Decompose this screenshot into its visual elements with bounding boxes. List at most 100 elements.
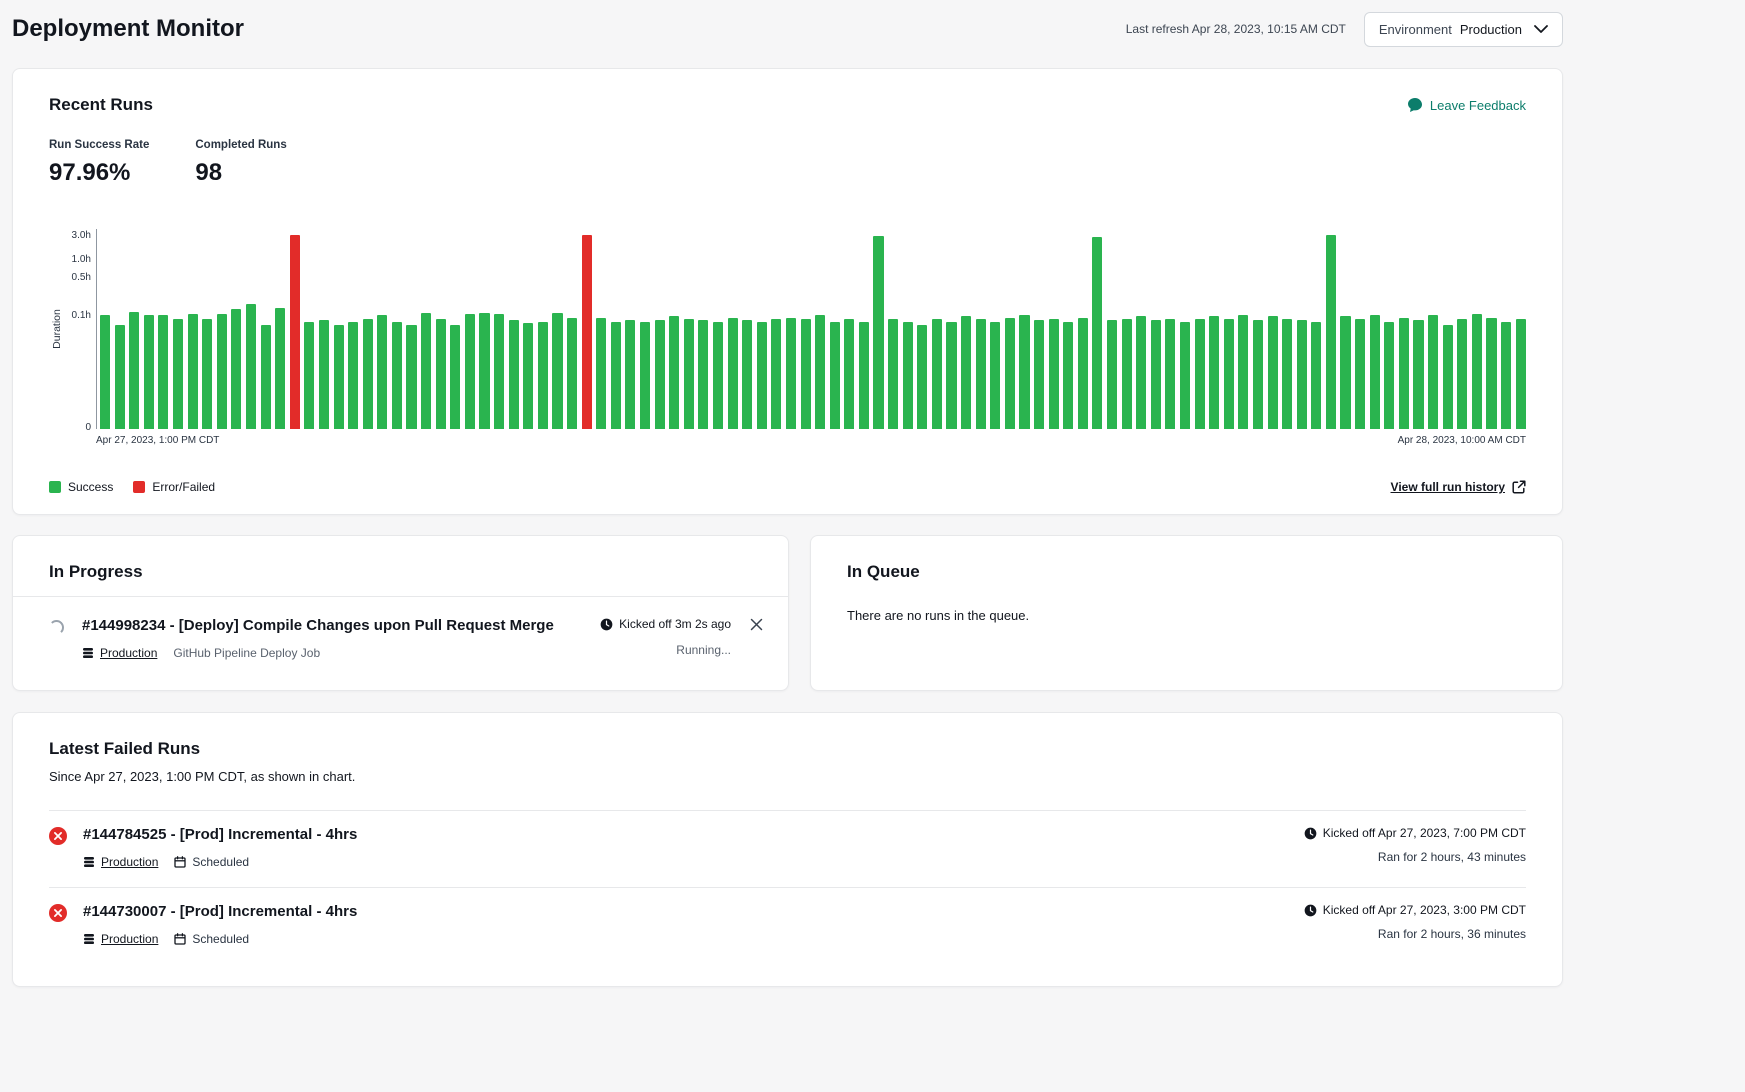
run-bar-success[interactable] — [1224, 319, 1234, 429]
run-bar-success[interactable] — [1428, 315, 1438, 429]
run-bar-success[interactable] — [976, 319, 986, 429]
run-bar-success[interactable] — [1384, 322, 1394, 429]
run-bar-success[interactable] — [1370, 315, 1380, 429]
cancel-run-button[interactable] — [747, 615, 766, 637]
run-bar-success[interactable] — [1195, 319, 1205, 429]
run-bar-success[interactable] — [655, 320, 665, 429]
run-bar-success[interactable] — [742, 320, 752, 429]
run-bar-success[interactable] — [1282, 319, 1292, 429]
run-bar-success[interactable] — [1457, 319, 1467, 429]
run-bar-success[interactable] — [144, 315, 154, 429]
run-bar-success[interactable] — [684, 319, 694, 429]
run-bar-success[interactable] — [100, 315, 110, 429]
run-bar-success[interactable] — [611, 322, 621, 429]
run-bar-success[interactable] — [728, 318, 738, 430]
run-bar-success[interactable] — [217, 314, 227, 429]
environment-link[interactable]: Production — [101, 932, 158, 946]
run-bar-success[interactable] — [815, 315, 825, 429]
leave-feedback-link[interactable]: Leave Feedback — [1407, 97, 1526, 113]
run-bar-success[interactable] — [158, 315, 168, 429]
run-bar-success[interactable] — [1122, 319, 1132, 429]
run-bar-success[interactable] — [1297, 320, 1307, 429]
run-bar-success[interactable] — [669, 316, 679, 429]
run-bar-success[interactable] — [246, 304, 256, 429]
run-bar-success[interactable] — [640, 322, 650, 429]
environment-link[interactable]: Production — [100, 646, 157, 660]
run-bar-success[interactable] — [319, 320, 329, 429]
run-bar-success[interactable] — [552, 313, 562, 429]
run-bar-success[interactable] — [1238, 315, 1248, 429]
run-bar-success[interactable] — [1443, 325, 1453, 429]
environment-dropdown[interactable]: Environment Production — [1364, 12, 1563, 47]
run-bar-success[interactable] — [304, 322, 314, 429]
run-bar-success[interactable] — [1501, 322, 1511, 429]
run-bar-success[interactable] — [129, 312, 139, 429]
run-bar-success[interactable] — [275, 308, 285, 429]
run-bar-success[interactable] — [1180, 322, 1190, 429]
run-bar-success[interactable] — [538, 322, 548, 429]
run-bar-success[interactable] — [1034, 320, 1044, 429]
run-bar-success[interactable] — [946, 322, 956, 429]
run-bar-success[interactable] — [713, 322, 723, 429]
run-bar-success[interactable] — [392, 322, 402, 429]
run-bar-success[interactable] — [450, 325, 460, 429]
run-bar-success[interactable] — [406, 325, 416, 429]
run-bar-success[interactable] — [873, 236, 883, 429]
run-bar-success[interactable] — [1005, 318, 1015, 430]
run-bar-success[interactable] — [1268, 316, 1278, 429]
run-bar-success[interactable] — [494, 314, 504, 429]
run-bar-success[interactable] — [1107, 320, 1117, 429]
environment-link[interactable]: Production — [101, 855, 158, 869]
run-bar-success[interactable] — [990, 322, 1000, 429]
run-bar-success[interactable] — [1472, 314, 1482, 429]
run-bar-success[interactable] — [261, 325, 271, 429]
run-bar-success[interactable] — [757, 322, 767, 429]
run-bar-success[interactable] — [509, 320, 519, 429]
run-bar-success[interactable] — [844, 319, 854, 429]
run-bar-success[interactable] — [465, 314, 475, 429]
run-bar-success[interactable] — [801, 319, 811, 429]
run-bar-success[interactable] — [917, 325, 927, 429]
run-bar-success[interactable] — [1049, 319, 1059, 429]
run-bar-success[interactable] — [363, 319, 373, 429]
run-bar-success[interactable] — [479, 313, 489, 429]
run-bar-success[interactable] — [1253, 320, 1263, 429]
run-bar-success[interactable] — [1486, 318, 1496, 430]
run-bar-success[interactable] — [786, 318, 796, 430]
run-bar-success[interactable] — [859, 322, 869, 429]
run-bar-success[interactable] — [436, 319, 446, 429]
run-bar-success[interactable] — [1399, 318, 1409, 430]
run-bar-success[interactable] — [932, 319, 942, 429]
run-bar-success[interactable] — [625, 320, 635, 429]
run-bar-success[interactable] — [173, 319, 183, 429]
run-bar-success[interactable] — [1340, 316, 1350, 429]
run-bar-success[interactable] — [1063, 322, 1073, 429]
run-bar-success[interactable] — [1078, 318, 1088, 430]
run-bar-success[interactable] — [1019, 315, 1029, 429]
run-bar-error[interactable] — [290, 235, 300, 429]
run-bar-success[interactable] — [903, 322, 913, 429]
run-bar-success[interactable] — [1311, 322, 1321, 429]
run-bar-success[interactable] — [830, 322, 840, 429]
run-bar-success[interactable] — [334, 325, 344, 429]
run-bar-success[interactable] — [115, 325, 125, 429]
run-bar-success[interactable] — [888, 319, 898, 429]
run-bar-success[interactable] — [188, 314, 198, 429]
run-bar-success[interactable] — [1209, 316, 1219, 429]
run-bar-success[interactable] — [348, 322, 358, 429]
run-bar-success[interactable] — [421, 313, 431, 429]
run-bar-success[interactable] — [596, 318, 606, 430]
run-bar-success[interactable] — [961, 316, 971, 429]
run-bar-success[interactable] — [202, 319, 212, 429]
run-bar-success[interactable] — [1165, 319, 1175, 429]
view-run-history-link[interactable]: View full run history — [1391, 480, 1526, 494]
run-bar-success[interactable] — [1136, 316, 1146, 429]
run-bar-success[interactable] — [1092, 237, 1102, 429]
run-bar-success[interactable] — [1516, 319, 1526, 429]
run-bar-success[interactable] — [377, 315, 387, 429]
run-bar-success[interactable] — [1326, 235, 1336, 429]
run-bar-success[interactable] — [567, 318, 577, 430]
run-bar-success[interactable] — [698, 320, 708, 429]
run-bar-success[interactable] — [1355, 319, 1365, 429]
run-bar-success[interactable] — [1151, 320, 1161, 429]
